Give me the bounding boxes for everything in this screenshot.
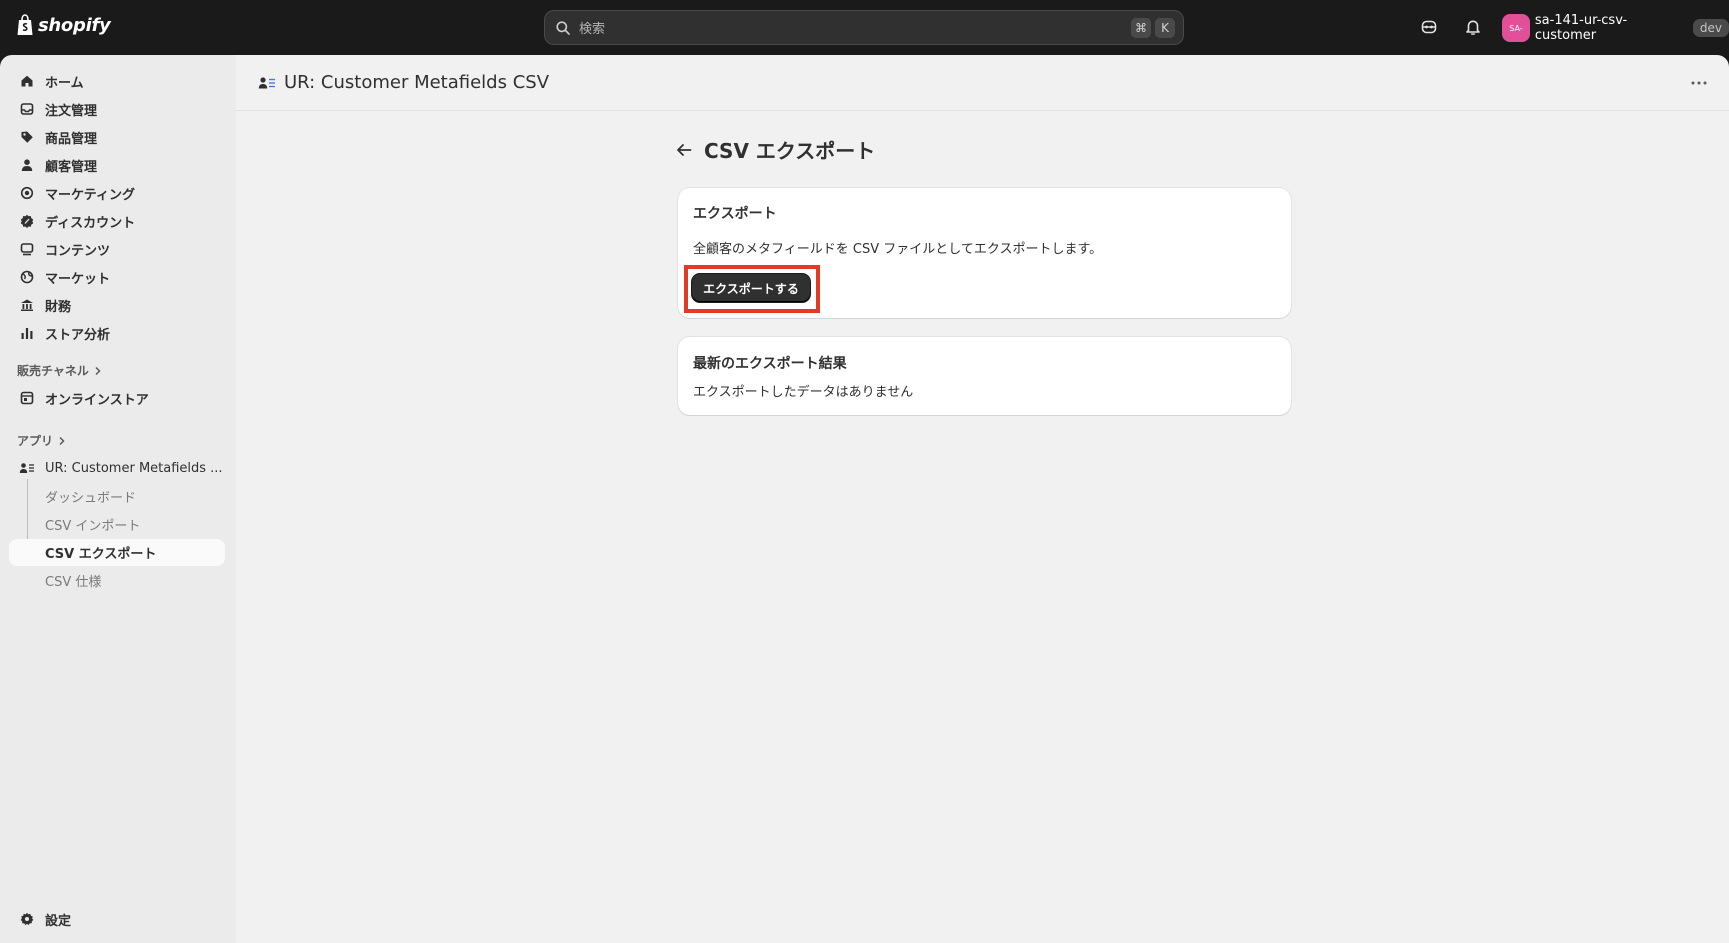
sidebar-item-label: 注文管理 bbox=[45, 103, 98, 119]
store-icon bbox=[19, 390, 35, 406]
bell-icon bbox=[1466, 20, 1480, 35]
sidebar-item-home[interactable]: ホーム bbox=[9, 68, 225, 94]
brand-name: shopify bbox=[38, 14, 111, 36]
sidebar-item-label: コンテンツ bbox=[45, 243, 111, 259]
dev-badge: dev bbox=[1692, 19, 1729, 37]
shopify-bag-icon bbox=[17, 14, 33, 35]
sidekick-icon bbox=[1421, 20, 1437, 34]
sidebar-item-label: 設定 bbox=[45, 913, 72, 929]
sidebar-subitem-dashboard[interactable]: ダッシュボード bbox=[9, 483, 225, 510]
sidebar-item-label: マーケット bbox=[45, 271, 111, 287]
sidebar-subitem-csv-import[interactable]: CSV インポート bbox=[9, 511, 225, 538]
gear-icon bbox=[19, 911, 35, 927]
sidebar-item-customers[interactable]: 顧客管理 bbox=[9, 152, 225, 178]
app-title: UR: Customer Metafields CSV bbox=[284, 72, 550, 93]
export-button[interactable]: エクスポートする bbox=[692, 274, 810, 302]
sidebar-item-label: 商品管理 bbox=[45, 131, 98, 147]
sidebar-item-discounts[interactable]: ディスカウント bbox=[9, 208, 225, 234]
sidebar-item-label: 財務 bbox=[45, 299, 72, 315]
sidebar-item-online-store[interactable]: オンラインストア bbox=[9, 385, 225, 411]
store-name: sa-141-ur-csv-customer bbox=[1534, 13, 1628, 43]
export-card-title: エクスポート bbox=[693, 206, 777, 222]
content-icon bbox=[19, 241, 35, 257]
tag-icon bbox=[19, 129, 35, 145]
store-avatar: SA- bbox=[1502, 14, 1530, 42]
back-button[interactable] bbox=[676, 143, 692, 157]
sidebar-item-label: ディスカウント bbox=[45, 215, 136, 231]
results-card: 最新のエクスポート結果 エクスポートしたデータはありません bbox=[678, 337, 1291, 415]
sidebar-item-label: オンラインストア bbox=[45, 392, 149, 408]
search-bar[interactable]: 検索 ⌘ K bbox=[544, 10, 1184, 45]
sales-channels-heading[interactable]: 販売チャネル bbox=[17, 362, 102, 379]
sidebar-item-analytics[interactable]: ストア分析 bbox=[9, 320, 225, 346]
export-card: エクスポート 全顧客のメタフィールドを CSV ファイルとしてエクスポートします… bbox=[678, 188, 1291, 318]
sidebar-item-label: マーケティング bbox=[45, 187, 135, 203]
sidebar-item-products[interactable]: 商品管理 bbox=[9, 124, 225, 150]
sidebar-item-settings[interactable]: 設定 bbox=[9, 906, 225, 932]
apps-heading[interactable]: アプリ bbox=[17, 432, 66, 449]
sidebar-item-content[interactable]: コンテンツ bbox=[9, 236, 225, 262]
chevron-right-icon bbox=[59, 436, 65, 445]
results-empty-text: エクスポートしたデータはありません bbox=[693, 385, 914, 400]
page-title: CSV エクスポート bbox=[704, 139, 876, 163]
person-icon bbox=[19, 157, 35, 173]
page-header: CSV エクスポート bbox=[676, 135, 875, 164]
sales-channels-label: 販売チャネル bbox=[17, 364, 89, 378]
notifications-button[interactable] bbox=[1460, 14, 1486, 40]
export-description: 全顧客のメタフィールドを CSV ファイルとしてエクスポートします。 bbox=[693, 242, 1103, 257]
apps-label: アプリ bbox=[17, 434, 54, 448]
arrow-left-icon bbox=[677, 143, 692, 156]
search-placeholder: 検索 bbox=[579, 22, 606, 37]
store-menu[interactable]: SA- sa-141-ur-csv-customer dev bbox=[1502, 13, 1729, 43]
home-icon bbox=[19, 73, 35, 89]
sidebar-item-app[interactable]: UR: Customer Metafields ... bbox=[9, 455, 225, 481]
bank-icon bbox=[19, 297, 35, 313]
discount-icon bbox=[19, 213, 35, 229]
sidebar-subitem-csv-export[interactable]: CSV エクスポート bbox=[9, 539, 225, 566]
main-area: UR: Customer Metafields CSV CSV エクスポート エ… bbox=[236, 55, 1729, 943]
chart-icon bbox=[19, 325, 35, 341]
app-contact-icon bbox=[19, 460, 35, 476]
cmd-key: ⌘ bbox=[1131, 18, 1151, 38]
top-bar: shopify 検索 ⌘ K SA- sa-141-ur-csv-custome… bbox=[0, 0, 1729, 55]
more-actions-button[interactable] bbox=[1687, 73, 1711, 93]
sidekick-button[interactable] bbox=[1416, 14, 1442, 40]
sidebar-item-marketing[interactable]: マーケティング bbox=[9, 180, 225, 206]
search-shortcut: ⌘ K bbox=[1131, 18, 1175, 38]
chevron-right-icon bbox=[95, 366, 101, 375]
sidebar-item-label: 顧客管理 bbox=[45, 159, 98, 175]
k-key: K bbox=[1155, 18, 1175, 38]
results-card-title: 最新のエクスポート結果 bbox=[693, 356, 847, 372]
app-root: shopify 検索 ⌘ K SA- sa-141-ur-csv-custome… bbox=[0, 0, 1729, 943]
app-contact-icon bbox=[258, 76, 275, 88]
globe-icon bbox=[19, 269, 35, 285]
sidebar-item-label: ストア分析 bbox=[45, 327, 111, 343]
inbox-icon bbox=[19, 101, 35, 117]
sidebar-item-label: UR: Customer Metafields ... bbox=[45, 460, 223, 476]
sidebar-subitem-csv-spec[interactable]: CSV 仕様 bbox=[9, 567, 225, 594]
shopify-logo[interactable]: shopify bbox=[16, 14, 111, 36]
sidebar-item-markets[interactable]: マーケット bbox=[9, 264, 225, 290]
sidebar-item-finance[interactable]: 財務 bbox=[9, 292, 225, 318]
ellipsis-icon bbox=[1691, 81, 1707, 85]
sidebar-item-label: ホーム bbox=[45, 75, 84, 91]
sidebar-item-orders[interactable]: 注文管理 bbox=[9, 96, 225, 122]
search-icon bbox=[555, 20, 571, 36]
app-header: UR: Customer Metafields CSV bbox=[236, 55, 1729, 111]
target-icon bbox=[19, 185, 35, 201]
